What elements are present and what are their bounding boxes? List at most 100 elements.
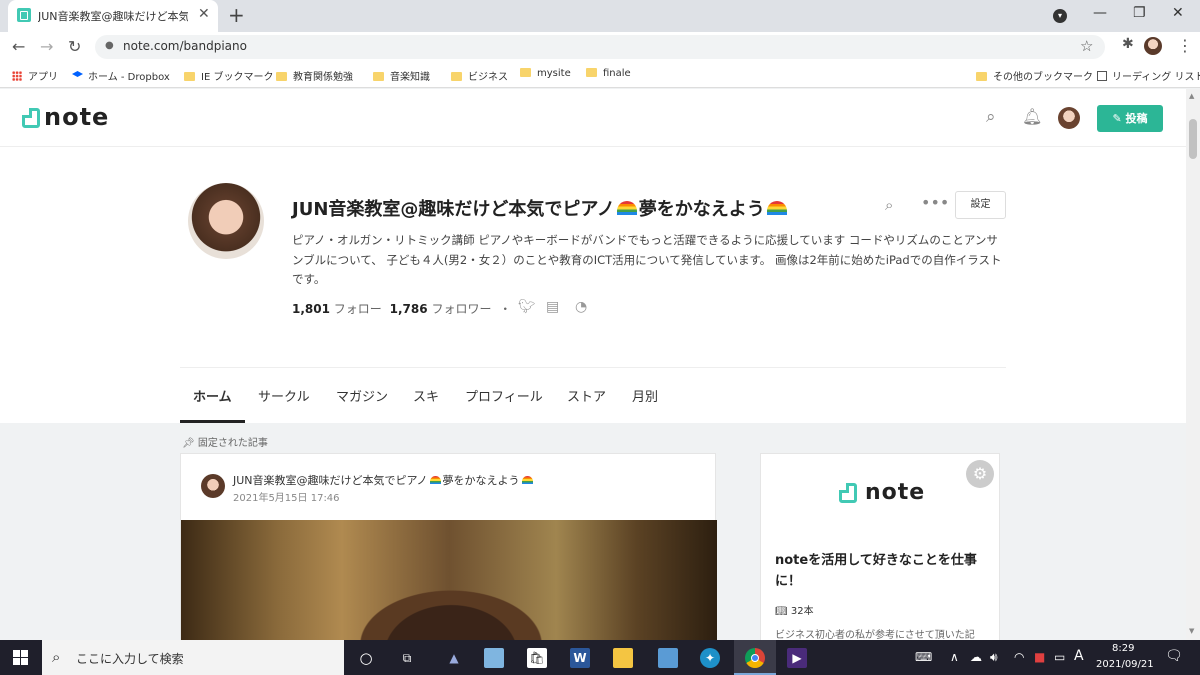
chrome-profile-avatar[interactable]	[1144, 37, 1162, 55]
extensions-icon[interactable]: ✱	[1122, 36, 1134, 52]
word-icon[interactable]: W	[570, 648, 590, 668]
gear-icon[interactable]: ⚙	[966, 460, 994, 488]
notification-icon[interactable]: 🗨︎	[1165, 648, 1183, 664]
battery-icon[interactable]: ▭	[1054, 650, 1065, 664]
more-icon[interactable]: •••	[921, 193, 949, 212]
clock-date[interactable]: 2021/09/21	[1096, 659, 1154, 670]
back-icon[interactable]: ←	[12, 37, 25, 56]
store-icon[interactable]: 🛍︎	[527, 648, 547, 668]
pin-icon: 📌︎	[182, 438, 198, 449]
volume-icon[interactable]: 🔊︎	[990, 650, 998, 665]
profile-search-icon[interactable]: ⌕	[885, 196, 893, 214]
close-window-icon[interactable]: ✕	[1172, 5, 1184, 21]
reading-list[interactable]: リーディング リスト	[1097, 68, 1200, 83]
browser-tab[interactable]: JUN音楽教室@趣味だけど本気でピアノ ✕	[8, 0, 218, 32]
rss-icon[interactable]: ◔	[575, 299, 587, 315]
chrome-taskbar-button[interactable]	[734, 640, 776, 675]
folder-icon	[451, 72, 462, 81]
bookmark-star-icon[interactable]: ☆	[1080, 37, 1093, 55]
scroll-up-icon[interactable]: ▲	[1189, 92, 1194, 100]
keyboard-icon[interactable]: ⌨	[915, 650, 932, 664]
forward-icon[interactable]: →	[40, 37, 53, 56]
address-bar[interactable]: ● note.com/bandpiano ☆	[95, 35, 1105, 59]
notes-app-icon[interactable]	[484, 648, 504, 668]
tab-monthly[interactable]: 月別	[632, 386, 658, 405]
clock-time[interactable]: 8:29	[1112, 643, 1134, 654]
tab-home[interactable]: ホーム	[193, 386, 232, 405]
note-logo-icon[interactable]	[22, 108, 40, 128]
close-tab-icon[interactable]: ✕	[198, 6, 210, 22]
taskbar-search-box[interactable]: ⌕ ここに入力して検索	[42, 640, 344, 675]
ime-indicator[interactable]: A	[1074, 648, 1084, 664]
search-icon[interactable]: ⌕	[986, 107, 996, 127]
pencil-icon: ✎	[1112, 112, 1126, 125]
wifi-icon[interactable]: ◠	[1014, 650, 1024, 664]
follower-count[interactable]: 1,786	[390, 302, 428, 316]
windows-start-icon[interactable]	[13, 650, 28, 665]
tab-profile[interactable]: プロフィール	[465, 386, 543, 405]
follow-label[interactable]: フォロー	[334, 302, 382, 316]
reload-icon[interactable]: ↻	[68, 37, 81, 56]
bookmark-education[interactable]: 教育関係勉強	[276, 68, 353, 83]
author-avatar[interactable]	[201, 474, 225, 498]
cortana-icon[interactable]: ○	[356, 648, 376, 668]
bookmark-finale[interactable]: finale	[586, 68, 631, 79]
note-favicon-icon	[17, 8, 31, 22]
bookmark-business[interactable]: ビジネス	[451, 68, 508, 83]
scroll-down-icon[interactable]: ▼	[1189, 627, 1194, 635]
follower-label[interactable]: フォロワー	[431, 302, 491, 316]
folder-icon	[520, 68, 531, 77]
tab-likes[interactable]: スキ	[413, 386, 439, 405]
file-explorer-icon[interactable]	[613, 648, 633, 668]
follow-count[interactable]: 1,801	[292, 302, 330, 316]
magazine-card[interactable]: ⚙ note noteを活用して好きなことを仕事に！ 📖︎ 32本 ビジネス初心…	[760, 453, 1000, 640]
settings-button[interactable]: 設定	[955, 191, 1006, 219]
bookmark-music[interactable]: 音楽知識	[373, 68, 430, 83]
profile-tabs: ホーム サークル マガジン スキ プロフィール ストア 月別	[180, 367, 1006, 423]
twitter-icon[interactable]: 🐦︎	[518, 299, 536, 315]
restore-icon[interactable]: ❐	[1133, 5, 1146, 21]
shop-icon[interactable]: ▤	[546, 299, 559, 315]
bookmark-other[interactable]: その他のブックマーク	[976, 68, 1093, 83]
note-logo-icon	[839, 483, 857, 503]
app-icon[interactable]: ▲	[444, 648, 464, 668]
bookmark-apps[interactable]: アプリ	[12, 68, 58, 83]
security-icon[interactable]: ■	[1034, 650, 1045, 664]
post-button[interactable]: ✎ 投稿	[1097, 105, 1163, 132]
tab-magazine[interactable]: マガジン	[336, 386, 388, 405]
minimize-icon[interactable]: —	[1093, 5, 1107, 21]
new-tab-icon[interactable]: +	[228, 3, 245, 27]
scrollbar-thumb[interactable]	[1189, 119, 1197, 159]
bookmarks-bar: アプリ ホーム - Dropbox IE ブックマーク 教育関係勉強 音楽知識 …	[0, 62, 1200, 88]
apps-grid-icon	[12, 71, 22, 81]
user-avatar[interactable]	[1058, 107, 1080, 129]
bookmark-ie[interactable]: IE ブックマーク	[184, 68, 273, 83]
cloud-icon[interactable]: ☁	[970, 650, 982, 664]
bell-icon[interactable]: 🔔︎	[1022, 107, 1042, 126]
browser-app-icon[interactable]: ✦	[700, 648, 720, 668]
chrome-menu-icon[interactable]: ⋮	[1177, 36, 1193, 55]
note-logo-text[interactable]: note	[44, 103, 109, 131]
folder-icon	[586, 68, 597, 77]
magazine-title[interactable]: noteを活用して好きなことを仕事に！	[775, 550, 989, 592]
search-icon: ⌕	[52, 648, 61, 666]
document-app-icon[interactable]	[658, 648, 678, 668]
profile-bio: ピアノ・オルガン・リトミック講師 ピアノやキーボードがバンドでもっと活躍できるよ…	[292, 233, 1002, 286]
task-view-icon[interactable]: ⧉	[397, 648, 417, 668]
bookmark-dropbox[interactable]: ホーム - Dropbox	[72, 68, 170, 83]
article-author[interactable]: JUN音楽教室@趣味だけど本気でピアノ 夢をかなえよう	[233, 472, 535, 488]
page-scrollbar[interactable]: ▲ ▼	[1186, 89, 1200, 640]
url-text: note.com/bandpiano	[123, 39, 247, 53]
bookmark-mysite[interactable]: mysite	[520, 68, 571, 79]
rainbow-icon	[766, 201, 787, 215]
tab-search-icon[interactable]: ▾	[1053, 9, 1067, 23]
article-thumbnail[interactable]	[181, 520, 717, 640]
tray-expand-icon[interactable]: ∧	[950, 650, 959, 664]
profile-avatar	[188, 183, 264, 259]
pinned-article-card[interactable]: JUN音楽教室@趣味だけど本気でピアノ 夢をかなえよう 2021年5月15日 17…	[180, 453, 717, 640]
folder-icon	[276, 72, 287, 81]
lock-icon[interactable]: ●	[105, 40, 114, 51]
tab-circle[interactable]: サークル	[258, 386, 310, 405]
video-app-icon[interactable]: ▶	[787, 648, 807, 668]
tab-store[interactable]: ストア	[567, 386, 606, 405]
